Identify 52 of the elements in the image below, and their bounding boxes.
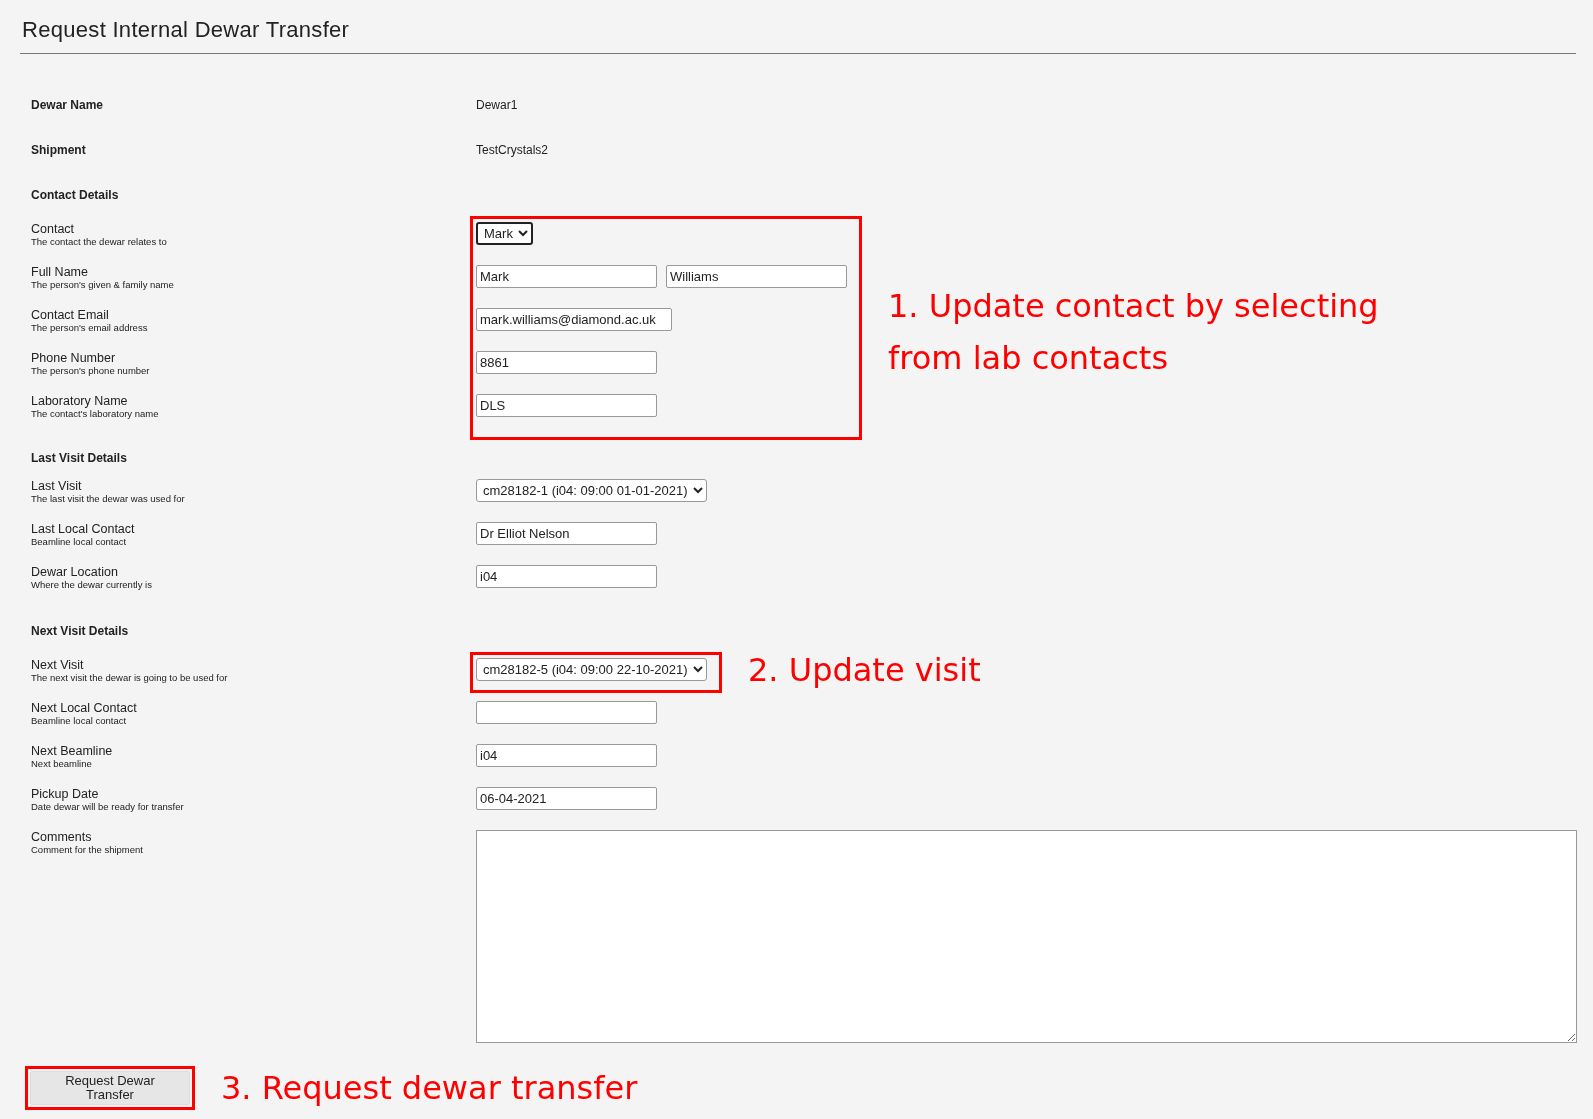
annotation-text: 3. Request dewar transfer [221,1069,638,1107]
field-hint: Date dewar will be ready for transfer [31,801,184,813]
field-label: Laboratory Name [31,394,128,408]
text-field[interactable]: i04 [476,744,657,767]
field-hint: The person's email address [31,322,148,334]
request-transfer-button[interactable]: Request Dewar Transfer [30,1071,190,1105]
field-label: Last Local Contact [31,522,135,536]
annotation-text: 1. Update contact by selecting from lab contacts [887,286,1380,379]
name-field[interactable]: Mark [476,265,657,288]
field-hint: Beamline local contact [31,536,127,548]
section-heading: Next Visit Details [31,624,129,638]
field-label: Contact Email [31,308,109,322]
field-hint: Where the dewar currently is [31,579,152,591]
text-field[interactable]: Dr Elliot Nelson [476,522,657,545]
field-label: Next Visit [31,658,84,672]
section-heading: Contact Details [31,188,119,202]
field-label: Pickup Date [31,787,99,801]
text-field[interactable]: 8861 [476,351,657,374]
field-label: Next Beamline [31,744,113,758]
text-field[interactable]: DLS [476,394,657,417]
name-field[interactable]: Williams [666,265,847,288]
text-field[interactable] [476,701,657,724]
field-hint: The contact the dewar relates to [31,236,167,248]
field-label: Phone Number [31,351,116,365]
field-label: Last Visit [31,479,82,493]
comments-field[interactable] [476,830,1577,1043]
field-label: Full Name [31,265,88,279]
field-label: Comments [31,830,92,844]
field-hint: The last visit the dewar was used for [31,493,185,505]
field-hint: Next beamline [31,758,92,770]
field-label: Contact [31,222,75,236]
dropdown[interactable]: cm28182-1 (i04: 09:00 01-01-2021) [476,479,707,502]
field-value: TestCrystals2 [476,143,549,157]
field-label: Dewar Location [31,565,118,579]
dropdown[interactable]: cm28182-5 (i04: 09:00 22-10-2021) [476,658,707,681]
dropdown[interactable]: Mark [476,222,533,245]
field-value: Dewar1 [476,98,518,112]
annotation-text: 2. Update visit [747,650,982,691]
email-field[interactable]: mark.williams@diamond.ac.uk [476,308,672,331]
field-hint: The contact's laboratory name [31,408,159,420]
field-hint: Beamline local contact [31,715,127,727]
field-hint: The person's phone number [31,365,150,377]
field-hint: Comment for the shipment [31,844,143,856]
field-hint: The person's given & family name [31,279,174,291]
page-title: Request Internal Dewar Transfer [20,0,1576,54]
field-label: Next Local Contact [31,701,137,715]
text-field[interactable]: i04 [476,565,657,588]
field-label: Dewar Name [31,98,104,112]
field-hint: The next visit the dewar is going to be used for [31,672,228,684]
section-heading: Last Visit Details [31,451,127,465]
field-label: Shipment [31,143,86,157]
text-field[interactable]: 06-04-2021 [476,787,657,810]
